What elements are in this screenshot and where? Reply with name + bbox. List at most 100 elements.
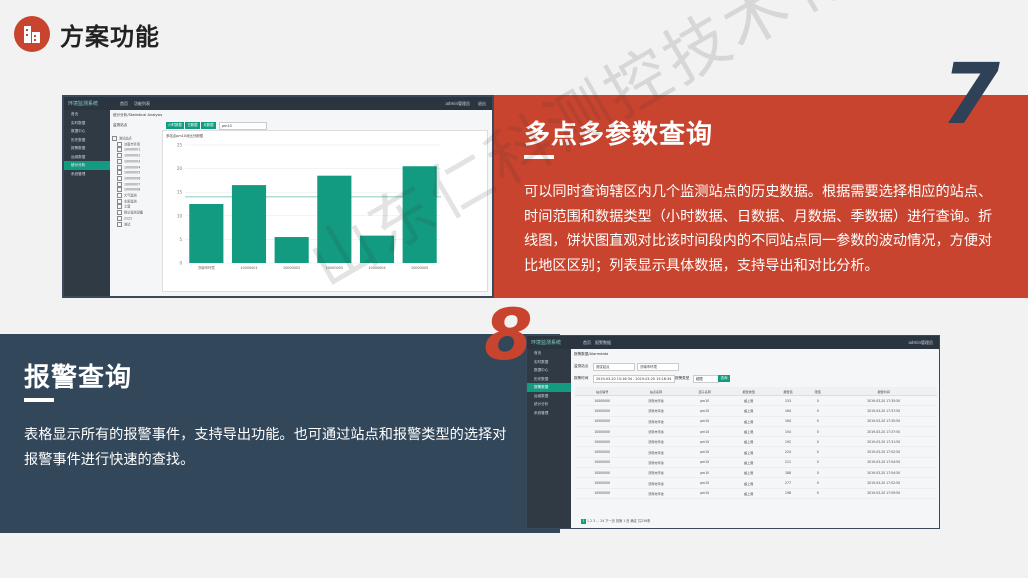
sidebar-item-realtime[interactable]: 实时数据 bbox=[64, 119, 110, 128]
y-tick-label: 0 bbox=[179, 261, 182, 266]
daily-data-button[interactable]: 日数据 bbox=[185, 122, 200, 129]
pagination[interactable]: 1 1 2 3 ... 24 下一页 到第 1 页 确定 共236条 bbox=[581, 518, 650, 524]
table-cell: pm10 bbox=[682, 467, 727, 479]
checkbox[interactable] bbox=[117, 141, 122, 147]
table-cell: 10000000 bbox=[575, 488, 630, 499]
topbar-logout[interactable]: 退出 bbox=[478, 101, 486, 107]
chart-title: 多站点pm10对比分析图 bbox=[166, 134, 203, 138]
sidebar-item-history[interactable]: 历史数据 bbox=[64, 136, 110, 145]
table-row[interactable]: 10000000 济南市环境 pm10 超上限 154 0 2019-03-20 17:37… bbox=[575, 426, 937, 438]
topbar-user[interactable]: admin管理员 bbox=[445, 101, 470, 107]
tree-item-label: 10000006 bbox=[124, 176, 141, 181]
table-row[interactable]: 10000000 济南市环境 pm10 超上限 192 0 2019-03-20 17:31… bbox=[575, 436, 937, 448]
hourly-data-button[interactable]: 小时数据 bbox=[166, 122, 184, 129]
table-cell: 济南市环境 bbox=[629, 477, 683, 489]
time-range-input[interactable]: 2019-03-20 15:16:34 - 2019-03-20 15:16:3… bbox=[593, 375, 675, 383]
page-current[interactable]: 1 bbox=[581, 519, 586, 524]
checkbox[interactable] bbox=[112, 136, 117, 141]
column-header[interactable]: 限值 bbox=[805, 387, 831, 396]
column-header[interactable]: 站点编号 bbox=[575, 387, 630, 396]
table-row[interactable]: 10000000 济南市环境 pm10 超上限 211 0 2019-03-20 17:54… bbox=[575, 457, 937, 469]
sidebar-item-datacenter[interactable]: 数据中心 bbox=[527, 366, 571, 375]
tree-item-label: 测试站点 bbox=[119, 136, 132, 141]
table-cell: 10000000 bbox=[575, 467, 630, 479]
table-row[interactable]: 10000000 济南市环境 pm10 超上限 224 0 2019-03-20 17:52… bbox=[575, 446, 937, 458]
table-cell: 超上限 bbox=[726, 426, 771, 438]
sidebar-item-alarm[interactable]: 报警数据 bbox=[527, 383, 571, 392]
checkbox[interactable] bbox=[117, 210, 122, 216]
sidebar-item-ops[interactable]: 运维数据 bbox=[64, 153, 110, 162]
topbar-tab-alarm[interactable]: 报警数据 bbox=[595, 340, 611, 346]
param-select[interactable]: pm10 bbox=[219, 122, 267, 130]
column-header[interactable]: 因子名称 bbox=[682, 387, 727, 396]
table-cell: pm10 bbox=[682, 426, 727, 438]
section2-divider bbox=[24, 398, 54, 402]
tree-item-label: 2222 bbox=[124, 216, 133, 221]
checkbox[interactable] bbox=[117, 193, 122, 199]
topbar-tab-home[interactable]: 首页 bbox=[583, 340, 591, 346]
table-cell: pm10 bbox=[682, 436, 727, 448]
topbar-tab-functions[interactable]: 功能列表 bbox=[134, 101, 150, 107]
station-select-2[interactable]: 济南市环境 bbox=[637, 363, 679, 371]
sidebar-item-history[interactable]: 历史数据 bbox=[527, 375, 571, 384]
tree-item-label: 10000004 bbox=[124, 165, 141, 170]
topbar-user[interactable]: admin管理员 bbox=[908, 340, 933, 346]
station-tree: 测试站点 济南市环境 10000001 10000002 10000003 1000000… bbox=[112, 136, 158, 227]
column-header[interactable]: 报警类型 bbox=[726, 387, 771, 396]
sidebar-item-realtime[interactable]: 实时数据 bbox=[527, 358, 571, 367]
station-select[interactable]: 测试站点 bbox=[593, 363, 635, 371]
checkbox[interactable] bbox=[117, 187, 122, 193]
column-header[interactable]: 报警时间 bbox=[830, 387, 937, 396]
sidebar-item-system[interactable]: 系统管理 bbox=[527, 409, 571, 418]
search-button[interactable]: 查询 bbox=[718, 375, 730, 382]
checkbox[interactable] bbox=[117, 175, 122, 181]
table-row[interactable]: 10000000 济南市环境 pm10 超上限 153 0 2019-03-20 17:35… bbox=[575, 395, 937, 407]
pager-text: 1 2 3 ... 24 下一页 到第 1 页 确定 共236条 bbox=[587, 519, 651, 523]
sidebar-item-home[interactable]: 首页 bbox=[527, 349, 571, 358]
y-tick-label: 10 bbox=[177, 213, 183, 218]
table-row[interactable]: 10000000 济南市环境 pm10 超上限 164 0 2019-03-20 17:37… bbox=[575, 405, 937, 417]
x-tick-label: 10000001 bbox=[240, 266, 257, 270]
checkbox[interactable] bbox=[117, 198, 122, 204]
table-cell: 超上限 bbox=[726, 467, 771, 479]
checkbox[interactable] bbox=[117, 204, 122, 210]
table-row[interactable]: 10000000 济南市环境 pm10 超上限 277 0 2019-03-20 17:52… bbox=[575, 477, 937, 489]
type-select[interactable]: 超限 bbox=[693, 375, 719, 383]
table-cell: 0 bbox=[805, 436, 831, 448]
table-row[interactable]: 10000000 济南市环境 pm10 超上限 164 0 2019-03-20 17:35… bbox=[575, 416, 937, 427]
header-building-icon bbox=[14, 16, 50, 52]
monthly-data-button[interactable]: 月数据 bbox=[201, 122, 216, 129]
sidebar-item-system[interactable]: 系统管理 bbox=[64, 170, 110, 179]
checkbox[interactable] bbox=[117, 215, 122, 221]
table-row[interactable]: 10000000 济南市环境 pm10 超上限 188 0 2019-03-20 17:54… bbox=[575, 467, 937, 479]
table-cell: 超上限 bbox=[726, 457, 771, 469]
topbar-tab-home[interactable]: 首页 bbox=[120, 101, 128, 107]
tree-item-label: 10000003 bbox=[124, 159, 141, 164]
checkbox[interactable] bbox=[117, 221, 122, 227]
table-cell: 198 bbox=[770, 488, 806, 499]
column-header[interactable]: 站点名称 bbox=[629, 387, 683, 396]
table-cell: 0 bbox=[805, 467, 831, 479]
sidebar-item-statistics[interactable]: 统计分析 bbox=[64, 161, 110, 170]
checkbox[interactable] bbox=[117, 158, 122, 164]
column-header[interactable]: 报警值 bbox=[770, 387, 806, 396]
section2-description: 表格显示所有的报警事件，支持导出功能。也可通过站点和报警类型的选择对报警事件进行… bbox=[24, 427, 507, 468]
sidebar-item-alarm[interactable]: 报警数据 bbox=[64, 144, 110, 153]
table-cell: 济南市环境 bbox=[629, 467, 683, 479]
checkbox[interactable] bbox=[117, 164, 122, 170]
table-cell: 0 bbox=[805, 457, 831, 469]
checkbox[interactable] bbox=[117, 153, 122, 159]
table-row[interactable]: 10000000 济南市环境 pm10 超上限 198 0 2019-03-20 17:59… bbox=[575, 488, 937, 499]
sidebar-item-statistics[interactable]: 统计分析 bbox=[527, 400, 571, 409]
sidebar-item-ops[interactable]: 运维数据 bbox=[527, 392, 571, 401]
sidebar-item-datacenter[interactable]: 数据中心 bbox=[64, 127, 110, 136]
table-cell: 济南市环境 bbox=[629, 488, 683, 499]
sidebar-item-home[interactable]: 首页 bbox=[64, 110, 110, 119]
checkbox[interactable] bbox=[117, 170, 122, 176]
table-cell: 超上限 bbox=[726, 436, 771, 448]
checkbox[interactable] bbox=[117, 147, 122, 153]
tree-item-label: 扬尘监测设备 bbox=[124, 210, 144, 215]
x-tick-label: 济南市环境 bbox=[198, 265, 216, 270]
checkbox[interactable] bbox=[117, 181, 122, 187]
tree-item[interactable]: 测试 bbox=[112, 221, 158, 228]
